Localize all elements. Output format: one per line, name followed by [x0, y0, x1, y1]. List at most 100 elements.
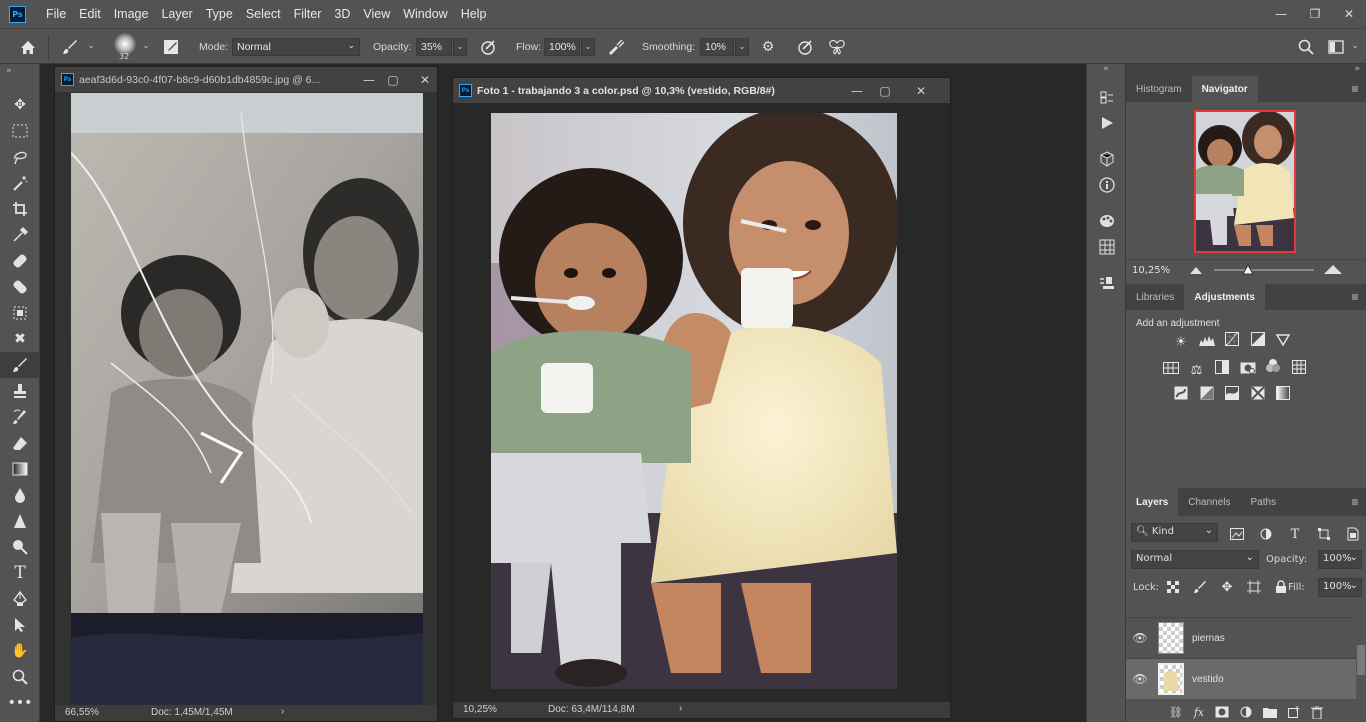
panel-menu-icon[interactable]: ≡ [1344, 488, 1366, 516]
original-photo-canvas[interactable] [71, 93, 423, 708]
flow-dropdown[interactable]: ⌄ [581, 38, 595, 56]
link-layers-icon[interactable]: ⛓ [1169, 706, 1183, 719]
gear-icon[interactable]: ⚙ [758, 37, 778, 57]
history-icon[interactable] [1087, 84, 1127, 110]
eyedropper-tool-icon[interactable] [0, 222, 40, 248]
tool-preset-dropdown[interactable]: ⌄ [84, 38, 98, 56]
layer-name[interactable]: piernas [1192, 633, 1225, 644]
tab-histogram[interactable]: Histogram [1126, 76, 1192, 102]
zoom-in-mountain-icon[interactable] [1324, 264, 1342, 274]
lock-image-brush-icon[interactable] [1191, 578, 1209, 596]
new-group-folder-icon[interactable] [1263, 706, 1278, 718]
3d-cube-icon[interactable] [1087, 146, 1127, 172]
more-tools-icon[interactable]: ••• [0, 690, 40, 716]
brush-tool-icon[interactable] [60, 37, 80, 57]
panel-menu-icon[interactable]: ≡ [1344, 284, 1366, 310]
clone-stamp-tool-icon[interactable] [0, 378, 40, 404]
actions-play-icon[interactable] [1087, 110, 1127, 136]
menu-image[interactable]: Image [114, 7, 149, 21]
tab-layers[interactable]: Layers [1126, 488, 1179, 516]
restore-icon[interactable]: ❐ [1298, 0, 1332, 28]
restore-icon[interactable]: ▢ [379, 67, 407, 92]
gradient-tool-icon[interactable] [0, 456, 40, 482]
opacity-dropdown[interactable]: ⌄ [453, 38, 467, 56]
eye-visibility-icon[interactable]: 👁︎ [1126, 631, 1154, 645]
color-lookup-icon[interactable] [1290, 358, 1308, 376]
dodge-tool-icon[interactable] [0, 534, 40, 560]
vibrance-triangle-icon[interactable] [1274, 331, 1292, 349]
type-tool-icon[interactable]: T [0, 560, 40, 586]
black-white-icon[interactable] [1213, 358, 1231, 376]
menu-select[interactable]: Select [246, 7, 281, 21]
brush-picker-dropdown[interactable]: ⌄ [139, 38, 153, 56]
layer-row-vestido[interactable]: 👁︎ vestido [1126, 658, 1366, 699]
filter-pixel-icon[interactable] [1228, 525, 1246, 543]
delete-layer-trash-icon[interactable] [1311, 705, 1324, 719]
collapse-arrows-icon[interactable]: » [0, 64, 39, 92]
tab-navigator[interactable]: Navigator [1191, 76, 1258, 102]
menu-layer[interactable]: Layer [161, 7, 192, 21]
threshold-icon[interactable] [1223, 384, 1241, 402]
search-icon[interactable] [1296, 37, 1316, 57]
tab-adjustments[interactable]: Adjustments [1184, 284, 1265, 310]
tab-channels[interactable]: Channels [1178, 488, 1240, 516]
menu-edit[interactable]: Edit [79, 7, 101, 21]
flow-input[interactable]: 100% [544, 38, 580, 56]
navigator-zoom-value[interactable]: 10,25% [1132, 265, 1170, 276]
navigator-zoom-slider[interactable] [1214, 269, 1314, 271]
symmetry-butterfly-icon[interactable] [827, 37, 847, 57]
lock-position-move-icon[interactable]: ✥ [1218, 578, 1236, 596]
properties-icon[interactable] [1087, 270, 1127, 296]
eye-visibility-icon[interactable]: 👁︎ [1126, 672, 1154, 686]
brightness-sun-icon[interactable]: ☀ [1172, 334, 1190, 352]
eraser-tool-icon[interactable] [0, 430, 40, 456]
close-icon[interactable]: ✕ [411, 67, 439, 92]
fx-icon[interactable]: fx [1194, 706, 1204, 719]
filter-type-icon[interactable]: T [1286, 525, 1304, 543]
tab-paths[interactable]: Paths [1241, 488, 1287, 516]
close-icon[interactable]: ✕ [1332, 0, 1366, 28]
lock-artboard-icon[interactable] [1245, 578, 1263, 596]
invert-icon[interactable] [1172, 384, 1190, 402]
menu-window[interactable]: Window [403, 7, 447, 21]
minimize-icon[interactable]: — [843, 78, 871, 103]
patch-tool-icon[interactable] [0, 274, 40, 300]
pressure-opacity-icon[interactable] [478, 37, 498, 57]
posterize-icon[interactable] [1198, 384, 1216, 402]
history-brush-tool-icon[interactable] [0, 404, 40, 430]
brush-settings-icon[interactable] [161, 37, 181, 57]
exposure-icon[interactable] [1249, 330, 1267, 348]
new-adjustment-layer-icon[interactable] [1240, 706, 1252, 718]
collapse-arrows-icon[interactable]: » [1126, 64, 1366, 76]
fill-input[interactable]: 100% ⌄ [1318, 578, 1362, 597]
restore-icon[interactable]: ▢ [871, 78, 899, 103]
color-balance-icon[interactable]: ⚖ [1188, 362, 1206, 380]
hue-saturation-icon[interactable] [1162, 359, 1180, 377]
colorized-photo-canvas[interactable] [491, 113, 897, 689]
layers-scrollbar[interactable] [1356, 617, 1366, 699]
workspace-icon[interactable] [1326, 37, 1346, 57]
levels-icon[interactable] [1198, 331, 1216, 349]
pen-tool-icon[interactable] [0, 586, 40, 612]
layer-filter-kind-select[interactable]: 🔍︎ Kind ⌄ [1131, 523, 1218, 542]
layer-row-piernas[interactable]: 👁︎ piernas [1126, 617, 1366, 658]
layer-name[interactable]: vestido [1192, 674, 1224, 685]
hand-tool-icon[interactable]: ✋ [0, 638, 40, 664]
gradient-map-icon[interactable] [1274, 384, 1292, 402]
brush-tool-icon[interactable] [0, 352, 40, 378]
collapse-arrows-icon[interactable]: « [1087, 64, 1125, 84]
new-layer-icon[interactable] [1288, 706, 1300, 718]
menu-filter[interactable]: Filter [294, 7, 322, 21]
info-icon[interactable] [1087, 172, 1127, 198]
home-icon[interactable] [18, 37, 38, 57]
sharpen-tool-icon[interactable] [0, 508, 40, 534]
blur-tool-icon[interactable] [0, 482, 40, 508]
filter-smart-object-icon[interactable] [1344, 525, 1362, 543]
photo-filter-icon[interactable] [1239, 358, 1257, 376]
smoothing-dropdown[interactable]: ⌄ [735, 38, 749, 56]
content-aware-icon[interactable] [0, 300, 40, 326]
menu-help[interactable]: Help [461, 7, 487, 21]
lock-transparent-icon[interactable] [1164, 578, 1182, 596]
lasso-tool-icon[interactable] [0, 144, 40, 170]
swatches-grid-icon[interactable] [1087, 234, 1127, 260]
